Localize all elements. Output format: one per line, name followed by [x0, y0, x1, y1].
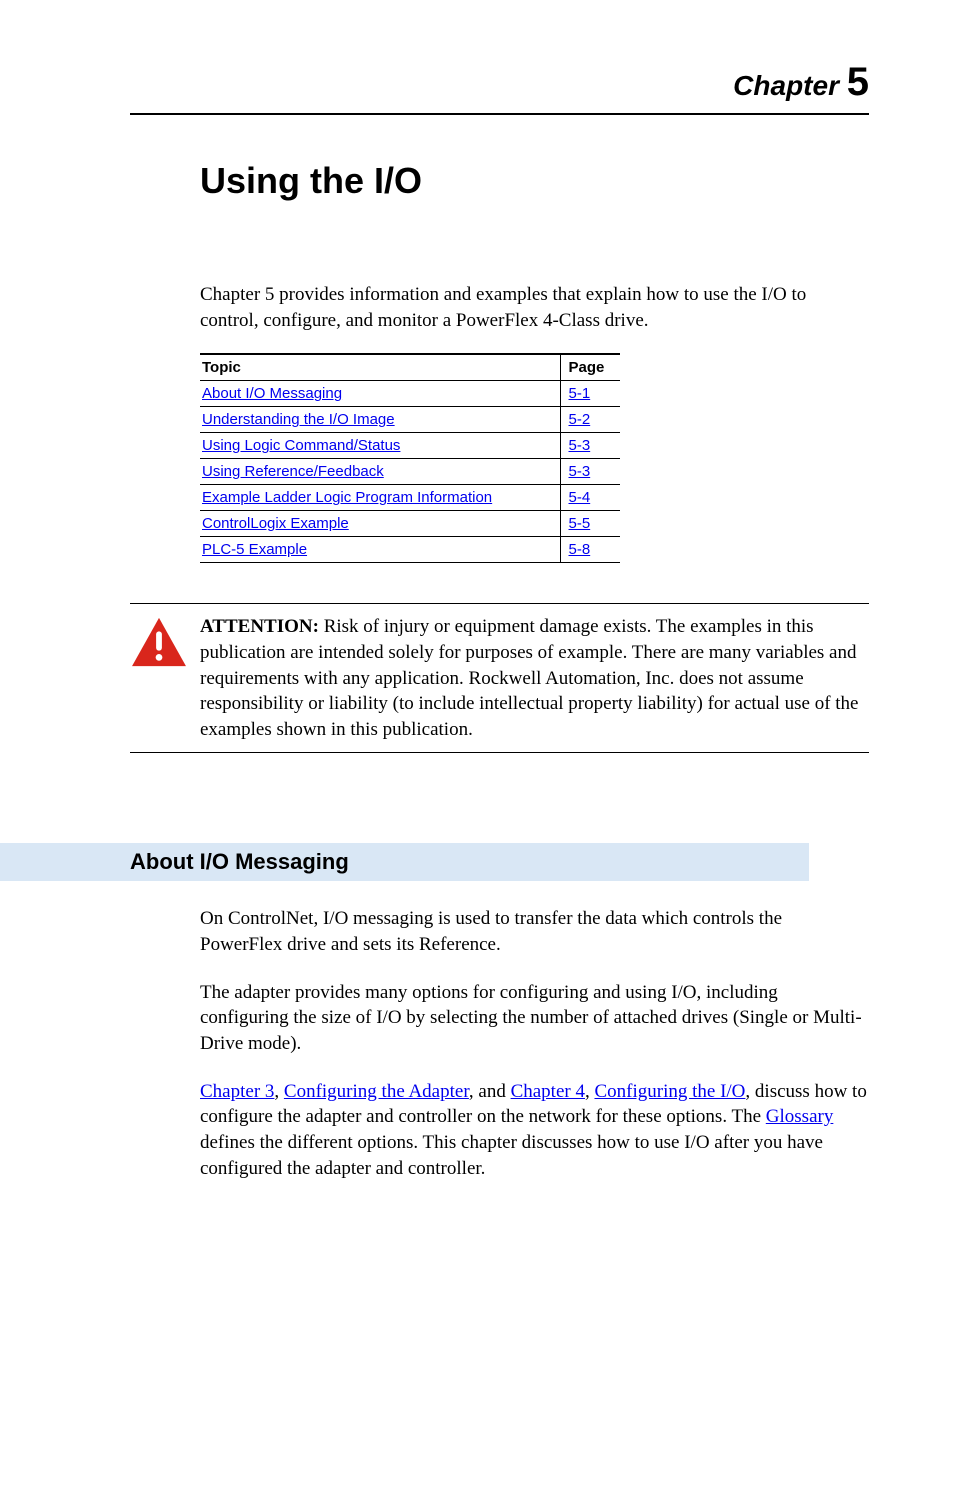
- table-row: PLC-5 Example 5-8: [200, 537, 620, 563]
- page-link[interactable]: 5-5: [569, 515, 591, 532]
- chapter-header: Chapter 5: [130, 60, 869, 105]
- topic-link[interactable]: ControlLogix Example: [202, 515, 349, 532]
- chapter-3-link[interactable]: Chapter 3: [200, 1081, 274, 1102]
- warning-triangle-icon: [130, 616, 188, 668]
- topic-header: Topic: [200, 354, 560, 381]
- configuring-adapter-link[interactable]: Configuring the Adapter: [284, 1081, 469, 1102]
- section-heading: About I/O Messaging: [0, 843, 809, 881]
- page-link[interactable]: 5-3: [569, 437, 591, 454]
- table-row: About I/O Messaging 5-1: [200, 381, 620, 407]
- attention-text: ATTENTION: Risk of injury or equipment d…: [200, 614, 869, 742]
- topic-link[interactable]: Using Logic Command/Status: [202, 437, 400, 454]
- topic-link[interactable]: Example Ladder Logic Program Information: [202, 489, 492, 506]
- section-para-1: On ControlNet, I/O messaging is used to …: [200, 906, 869, 957]
- chapter-rule: [130, 113, 869, 115]
- text-sep: defines the different options. This chap…: [200, 1132, 823, 1179]
- page-link[interactable]: 5-4: [569, 489, 591, 506]
- page-link[interactable]: 5-1: [569, 385, 591, 402]
- configuring-io-link[interactable]: Configuring the I/O: [594, 1081, 745, 1102]
- chapter-word: Chapter: [733, 70, 839, 101]
- text-sep: ,: [274, 1081, 284, 1102]
- page-link[interactable]: 5-2: [569, 411, 591, 428]
- page-title: Using the I/O: [200, 160, 869, 202]
- chapter-4-link[interactable]: Chapter 4: [511, 1081, 585, 1102]
- table-row: Using Logic Command/Status 5-3: [200, 433, 620, 459]
- attention-label: ATTENTION:: [200, 616, 319, 637]
- topic-table: Topic Page About I/O Messaging 5-1 Under…: [200, 353, 620, 563]
- section-para-2: The adapter provides many options for co…: [200, 980, 869, 1057]
- topic-link[interactable]: Using Reference/Feedback: [202, 463, 384, 480]
- table-row: Using Reference/Feedback 5-3: [200, 459, 620, 485]
- topic-link[interactable]: Understanding the I/O Image: [202, 411, 395, 428]
- table-row: Example Ladder Logic Program Information…: [200, 485, 620, 511]
- glossary-link[interactable]: Glossary: [766, 1106, 834, 1127]
- text-sep: , and: [469, 1081, 511, 1102]
- page-header: Page: [560, 354, 620, 381]
- table-row: Understanding the I/O Image 5-2: [200, 407, 620, 433]
- table-row: ControlLogix Example 5-5: [200, 511, 620, 537]
- page-link[interactable]: 5-3: [569, 463, 591, 480]
- topic-link[interactable]: About I/O Messaging: [202, 385, 342, 402]
- page-link[interactable]: 5-8: [569, 541, 591, 558]
- chapter-number: 5: [847, 60, 869, 104]
- topic-link[interactable]: PLC-5 Example: [202, 541, 307, 558]
- attention-block: ATTENTION: Risk of injury or equipment d…: [130, 603, 869, 753]
- intro-paragraph: Chapter 5 provides information and examp…: [200, 282, 869, 333]
- section-para-3: Chapter 3, Configuring the Adapter, and …: [200, 1079, 869, 1182]
- table-header-row: Topic Page: [200, 354, 620, 381]
